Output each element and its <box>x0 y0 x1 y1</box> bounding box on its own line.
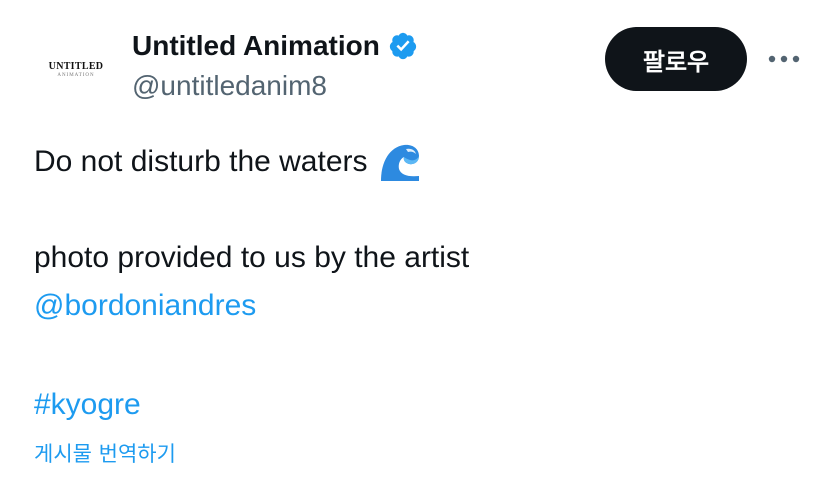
hashtag-link[interactable]: #kyogre <box>34 381 141 429</box>
post-text-line: Do not disturb the waters <box>34 138 422 186</box>
post-text-line1: Do not disturb the waters <box>34 145 368 178</box>
author-name-row: Untitled Animation <box>132 28 418 64</box>
avatar[interactable]: UNTITLED ANIMATION <box>34 28 118 112</box>
follow-button[interactable]: 팔로우 <box>605 27 747 91</box>
author-handle[interactable]: @untitledanim8 <box>132 70 327 102</box>
translate-post-link[interactable]: 게시물 번역하기 <box>34 438 176 468</box>
avatar-logo-text: UNTITLED <box>48 61 104 72</box>
more-options-icon <box>768 55 800 63</box>
avatar-logo-subtext: ANIMATION <box>57 73 95 78</box>
verified-badge-icon <box>389 32 416 60</box>
more-options-button[interactable] <box>764 44 804 74</box>
mention-link[interactable]: @bordoniandres <box>34 282 256 330</box>
author-display-name[interactable]: Untitled Animation <box>132 30 380 62</box>
post-text-line2: photo provided to us by the artist <box>34 241 470 274</box>
wave-emoji-icon <box>380 144 419 181</box>
